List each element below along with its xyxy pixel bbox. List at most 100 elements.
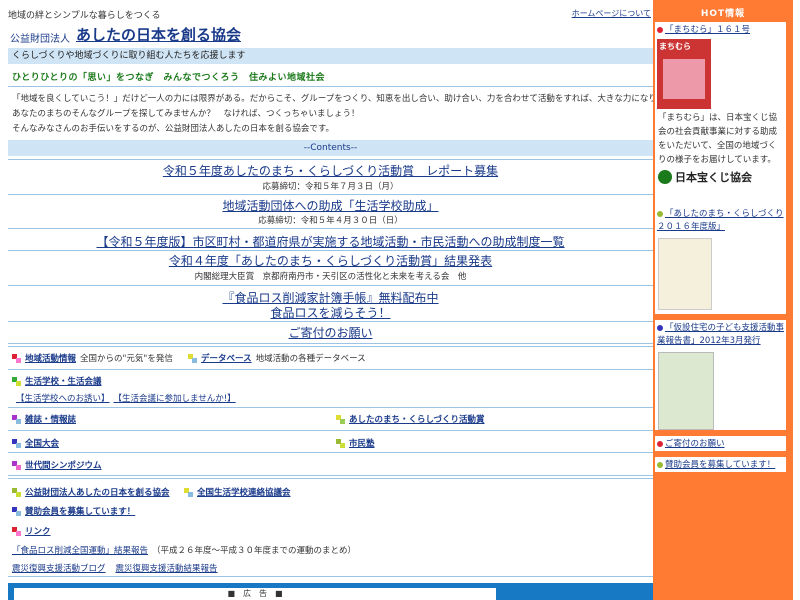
foodloss-link[interactable]: 食品ロスを減らそう！ <box>270 306 390 320</box>
activity-award-link[interactable]: 令和５年度あしたのまち・くらしづくり活動賞 レポート募集 <box>163 164 498 178</box>
square-bullet-icon <box>12 487 21 497</box>
link-row: 世代間シンポジウム <box>12 459 102 471</box>
org-header: 公益財団法人 あしたの日本を創る協会 <box>10 24 241 45</box>
square-bullet-icon <box>12 353 21 363</box>
hot-card-donation: ご寄付のお願い <box>655 436 786 451</box>
link-row: 地域活動情報 全国からの"元気"を発信 <box>12 352 173 364</box>
square-bullet-icon <box>12 526 21 536</box>
divider <box>8 321 653 322</box>
square-bullet-icon <box>12 460 21 470</box>
member-side-link[interactable]: 賛助会員を募集しています！ <box>665 460 775 470</box>
ashita-link[interactable]: あしたのまち・くらしづくり活動賞 <box>349 413 485 425</box>
machimura-cover-image[interactable]: まちむら <box>657 39 711 109</box>
award-results-link[interactable]: 令和４年度「あしたのまち・くらしづくり活動賞」結果発表 <box>169 254 492 268</box>
divider <box>8 407 653 408</box>
link-row: 全国大会 <box>12 437 59 449</box>
ashita-cover-image[interactable] <box>658 238 712 310</box>
contents-item-sub: 内閣総理大臣賞 京都府南丹市・天引区の活性化と未来を考える会 他 <box>194 272 467 282</box>
donation-link[interactable]: ご寄付のお願い <box>288 326 372 340</box>
contents-header: --Contents-- <box>8 140 653 156</box>
link-row: 雑誌・情報誌 <box>12 413 76 425</box>
ashita2016-link[interactable]: 「あしたのまち・くらしづくり２０１６年度版」 <box>657 209 784 232</box>
main-content: 地域の絆とシンプルな暮らしをつくる ホームページについて 公益財団法人 あしたの… <box>8 0 682 600</box>
ad-label: ■ 広 告 ■ <box>14 588 496 600</box>
contents-item-sub: 応募締切：令和５年７月３日（月） <box>262 182 399 192</box>
kasetsu-report-link[interactable]: 「仮設住宅の子ども支援活動事業報告書」2012年3月発行 <box>657 323 784 346</box>
intro-text: 「地域を良くしていこう！」だけど一人の力には限界がある。だからこそ、グループをつ… <box>12 92 682 137</box>
contents-item: ご寄付のお願い <box>8 324 653 341</box>
sedai-link[interactable]: 世代間シンポジウム <box>25 459 102 471</box>
divider <box>8 194 653 195</box>
square-bullet-icon <box>188 353 197 363</box>
divider <box>8 159 653 160</box>
foodloss-book-link[interactable]: 『食品ロス削減家計簿手帳』無料配布中 <box>222 291 438 305</box>
org-name-link[interactable]: あしたの日本を創る協会 <box>76 24 241 45</box>
square-bullet-icon <box>336 438 345 448</box>
slogan: ひとりひとりの「思い」をつなぎ みんなでつくろう 住みよい地域社会 <box>12 73 325 83</box>
divider <box>8 346 653 347</box>
contents-item: 令和４年度「あしたのまち・くらしづくり活動賞」結果発表 <box>8 252 653 269</box>
link-row: 市民塾 <box>336 437 375 449</box>
link-row: データベース 地域活動の各種データベース <box>188 352 366 364</box>
bullet-dot-icon <box>657 461 663 468</box>
contents-item: 食品ロスを減らそう！ <box>8 304 653 321</box>
contents-item: 地域活動団体への助成「生活学校助成」 <box>8 197 653 214</box>
school-grant-link[interactable]: 地域活動団体への助成「生活学校助成」 <box>222 199 438 213</box>
bullet-dot-icon <box>657 210 663 217</box>
contents-item: 令和５年度あしたのまち・くらしづくり活動賞 レポート募集 <box>8 162 653 179</box>
square-bullet-icon <box>12 414 21 424</box>
chiiki-link[interactable]: 地域活動情報 <box>25 352 76 364</box>
divider <box>8 343 653 344</box>
link-row: あしたのまち・くらしづくり活動賞 <box>336 413 485 425</box>
link-row: 公益財団法人あしたの日本を創る協会 <box>12 486 170 498</box>
link-row: 震災復興支援活動ブログ 震災復興支援活動結果報告 <box>12 562 218 574</box>
site-tagline: 地域の絆とシンプルな暮らしをつくる <box>8 11 161 21</box>
divider <box>8 452 653 453</box>
divider <box>8 86 653 87</box>
divider <box>8 250 653 251</box>
database-desc: 地域活動の各種データベース <box>255 354 366 364</box>
seikatsu-invite-link[interactable]: 【生活学校へのお誘い】 <box>16 392 110 404</box>
bullet-dot-icon <box>657 440 663 447</box>
blog-link[interactable]: 震災復興支援活動ブログ <box>12 562 106 574</box>
machimura-link[interactable]: 「まちむら」１６１号 <box>665 25 750 35</box>
zasshi-link[interactable]: 雑誌・情報誌 <box>25 413 76 425</box>
home-about-link[interactable]: ホームページについて <box>572 8 651 19</box>
machimura-desc: 「まちむら」は、日本宝くじ協会の社会貢献事業に対する助成をいただいて、全国の地域… <box>658 113 778 165</box>
bullet-dot-icon <box>657 26 663 33</box>
cover-title: まちむら <box>659 42 691 51</box>
square-bullet-icon <box>184 487 193 497</box>
org-kind: 公益財団法人 <box>10 34 70 45</box>
chiiki-desc: 全国からの"元気"を発信 <box>80 354 173 364</box>
report-link[interactable]: 「食品ロス削減全国運動」結果報告 <box>12 544 148 556</box>
link-row: 【生活学校へのお誘い】 【生活会議に参加しませんか!】 <box>16 392 236 404</box>
renraku-link[interactable]: 全国生活学校連絡協議会 <box>197 486 291 498</box>
divider <box>8 576 653 577</box>
grant-list-link[interactable]: 【令和５年度版】市区町村・都道府県が実施する地域活動・市民活動への助成制度一覧 <box>96 235 564 249</box>
hot-card-machimura: 「まちむら」１６１号 まちむら 「まちむら」は、日本宝くじ協会の社会貢献事業に対… <box>655 22 786 208</box>
seikatsu-join-link[interactable]: 【生活会議に参加しませんか!】 <box>114 392 236 404</box>
hot-card-kasetsu: 「仮設住宅の子ども支援活動事業報告書」2012年3月発行 <box>655 320 786 430</box>
contents-item: 【令和５年度版】市区町村・都道府県が実施する地域活動・市民活動への助成制度一覧 <box>8 233 653 250</box>
zenkoku-link[interactable]: 全国大会 <box>25 437 59 449</box>
link-row: 全国生活学校連絡協議会 <box>184 486 291 498</box>
sanjo-link[interactable]: 賛助会員を募集しています！ <box>25 505 135 517</box>
donation-side-link[interactable]: ご寄付のお願い <box>665 439 725 449</box>
link-link[interactable]: リンク <box>25 525 51 537</box>
hot-card-ashita: 「あしたのまち・くらしづくり２０１６年度版」 <box>655 206 786 314</box>
kasetsu-cover-image[interactable] <box>658 352 714 430</box>
report2-link[interactable]: 震災復興支援活動結果報告 <box>116 562 218 574</box>
koeki-link[interactable]: 公益財団法人あしたの日本を創る協会 <box>25 486 170 498</box>
takarakuji-logo: 日本宝くじ協会 <box>655 167 786 187</box>
seikatsu-link[interactable]: 生活学校・生活会議 <box>25 375 102 387</box>
hot-title: HOT情報 <box>700 9 746 19</box>
shimin-link[interactable]: 市民塾 <box>349 437 375 449</box>
divider <box>8 228 653 229</box>
intro-line: そんなみなさんのお手伝いをするのが、公益財団法人あしたの日本を創る協会です。 <box>12 124 334 134</box>
database-link[interactable]: データベース <box>201 352 252 364</box>
intro-line: 「地域を良くしていこう！」だけど一人の力には限界がある。だからこそ、グループをつ… <box>12 94 682 104</box>
divider <box>8 285 653 286</box>
square-bullet-icon <box>12 376 21 386</box>
divider <box>8 430 653 431</box>
report-desc: （平成２６年度〜平成３０年度までの運動のまとめ） <box>152 546 357 556</box>
